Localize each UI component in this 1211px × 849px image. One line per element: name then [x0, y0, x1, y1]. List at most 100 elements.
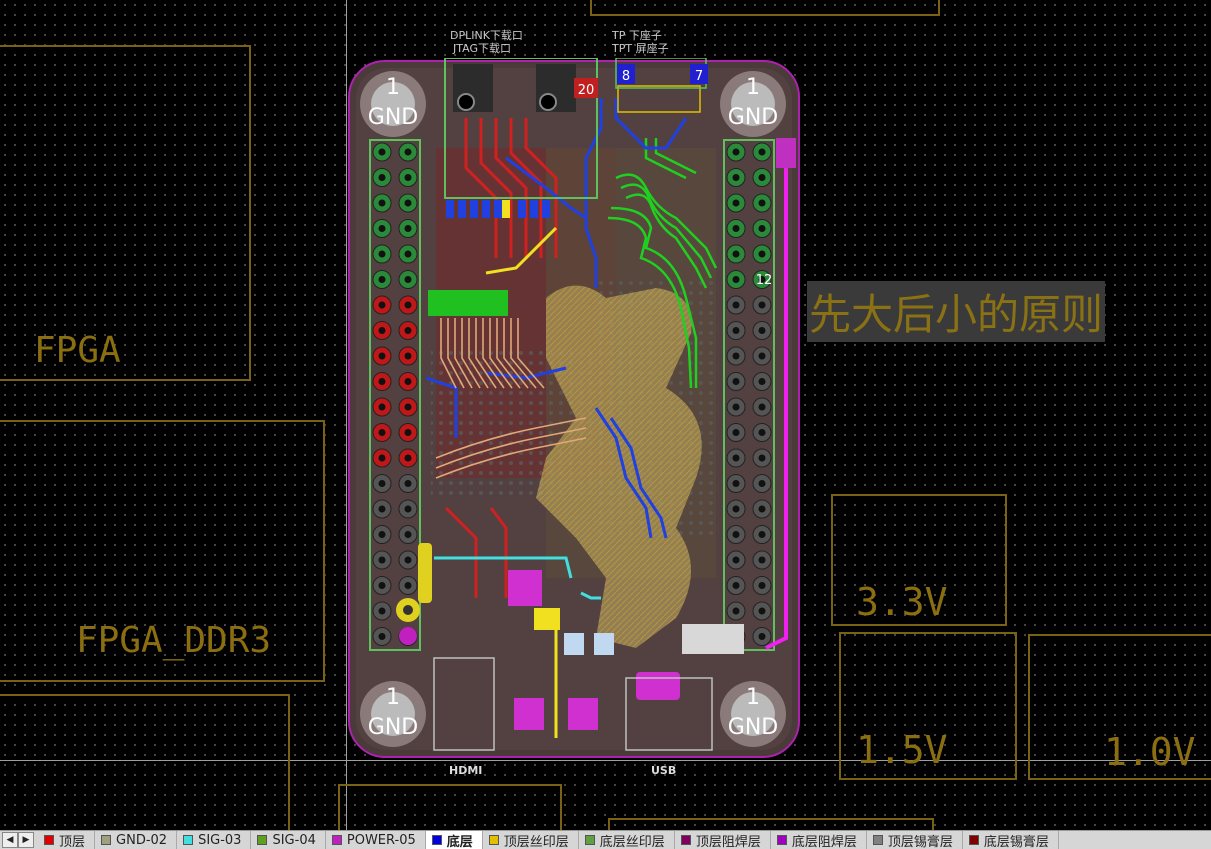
layer-tab[interactable]: POWER-05	[326, 831, 426, 849]
layer-tab[interactable]: SIG-04	[251, 831, 325, 849]
bottom-layer-pad-row[interactable]	[446, 200, 550, 218]
usb-label: USB	[651, 764, 676, 777]
header-pin-drill	[405, 404, 412, 411]
header-pin-drill	[733, 200, 740, 207]
fpga-label: FPGA	[34, 330, 121, 371]
pcb-board[interactable]: 1 GND 1 GND 1 GND 1 GND 8 7 20 12	[346, 58, 802, 760]
hole-tr-gnd: GND	[728, 105, 778, 130]
hole-br-pin: 1	[746, 685, 760, 710]
header-pin-drill	[733, 582, 740, 589]
power-connector[interactable]	[776, 138, 796, 168]
header-pin-drill	[379, 378, 386, 385]
layer-tab-label: 底层锡膏层	[984, 831, 1049, 849]
header-pin-drill	[759, 353, 766, 360]
lower-left-outline[interactable]	[0, 694, 290, 830]
header-pin-drill	[379, 633, 386, 640]
header-pin-drill	[759, 582, 766, 589]
header-pin-drill	[379, 174, 386, 181]
header-pin-drill	[405, 174, 412, 181]
layer-color-swatch	[585, 835, 595, 845]
header-pin-drill	[759, 174, 766, 181]
header-pin-drill	[405, 531, 412, 538]
header-pin-drill	[405, 327, 412, 334]
header-pin-drill	[759, 429, 766, 436]
hole-tr-pin: 1	[746, 75, 760, 100]
header-pin-drill	[405, 276, 412, 283]
hole-bl-gnd: GND	[368, 715, 418, 740]
tab-scroll-right-icon[interactable]: ▶	[18, 832, 34, 848]
header-pin-drill	[379, 251, 386, 258]
connector-bright-green[interactable]	[428, 290, 508, 316]
header-pin-drill	[759, 302, 766, 309]
layer-tab[interactable]: GND-02	[95, 831, 177, 849]
layer-tab-label: 底层丝印层	[600, 831, 665, 849]
layer-color-swatch	[101, 835, 111, 845]
header-pin-drill	[733, 353, 740, 360]
header-pin-drill	[733, 302, 740, 309]
header-pin-drill	[759, 531, 766, 538]
header-pin-drill	[379, 531, 386, 538]
layer-color-swatch	[257, 835, 267, 845]
pin7-label: 7	[695, 69, 703, 84]
tpt-connector-label: TPT 屏座子	[612, 40, 669, 56]
bottom-center-outline[interactable]	[338, 784, 562, 830]
header-pin-drill	[405, 225, 412, 232]
bottom-right-outline[interactable]	[608, 818, 934, 830]
header-pin-drill	[733, 404, 740, 411]
hole-bl-pin: 1	[386, 685, 400, 710]
layer-tab-label: 底层阻焊层	[792, 831, 857, 849]
header-pin-drill	[405, 200, 412, 207]
layer-tab-label: GND-02	[116, 833, 167, 848]
layer-tab[interactable]: 顶层阻焊层	[675, 831, 771, 849]
layer-tab[interactable]: 底层丝印层	[579, 831, 675, 849]
header-pin-drill	[379, 404, 386, 411]
header-pin-drill	[733, 174, 740, 181]
header-pin-drill	[733, 429, 740, 436]
hole-tl-pin: 1	[386, 75, 400, 100]
layer-tab[interactable]: 底层	[426, 831, 483, 849]
layer-tab-label: 顶层锡膏层	[888, 831, 953, 849]
header-pin-drill	[379, 149, 386, 156]
usb-connector[interactable]	[682, 624, 744, 654]
layer-tab[interactable]: 顶层丝印层	[483, 831, 579, 849]
header-pin-drill	[733, 557, 740, 564]
header-pin-drill	[379, 200, 386, 207]
pcb-canvas[interactable]: FPGA FPGA_DDR3 3.3V 1.5V 1.0V 先大后小的原则	[0, 0, 1211, 830]
v33-label: 3.3V	[856, 580, 948, 624]
layer-tab[interactable]: 顶层	[38, 831, 95, 849]
header-pin-drill	[759, 327, 766, 334]
layer-tab-label: 底层	[447, 831, 473, 849]
header-pin-drill	[405, 557, 412, 564]
layer-tab[interactable]: SIG-03	[177, 831, 251, 849]
pin8-label: 8	[622, 69, 630, 84]
top-center-outline[interactable]	[590, 0, 940, 16]
header-pin-drill	[759, 225, 766, 232]
header-pin-drill	[759, 506, 766, 513]
header-pin-drill	[379, 429, 386, 436]
header-pin-drill	[733, 480, 740, 487]
hdmi-label: HDMI	[449, 764, 482, 777]
header-pin-drill	[759, 251, 766, 258]
layer-tab[interactable]: 底层锡膏层	[963, 831, 1059, 849]
header-pin-drill	[405, 506, 412, 513]
header-pin-drill	[379, 506, 386, 513]
header-pin-drill	[379, 327, 386, 334]
hole-tl-gnd: GND	[368, 105, 418, 130]
header-pin-drill	[405, 582, 412, 589]
header-pin-drill	[733, 327, 740, 334]
header-pin-drill	[733, 251, 740, 258]
header-pin-drill	[405, 251, 412, 258]
layer-color-swatch	[332, 835, 342, 845]
layer-color-swatch	[489, 835, 499, 845]
layer-tab-label: SIG-04	[272, 833, 315, 848]
layer-color-swatch	[777, 835, 787, 845]
layer-tab[interactable]: 顶层锡膏层	[867, 831, 963, 849]
header-pin-drill	[733, 531, 740, 538]
header-pin-drill	[759, 378, 766, 385]
layer-tab[interactable]: 底层阻焊层	[771, 831, 867, 849]
v10-label: 1.0V	[1104, 730, 1196, 774]
pad-highlight[interactable]	[502, 200, 510, 218]
header-pin-drill	[405, 378, 412, 385]
layer-tab-label: SIG-03	[198, 833, 241, 848]
tab-scroll-left-icon[interactable]: ◀	[2, 832, 18, 848]
